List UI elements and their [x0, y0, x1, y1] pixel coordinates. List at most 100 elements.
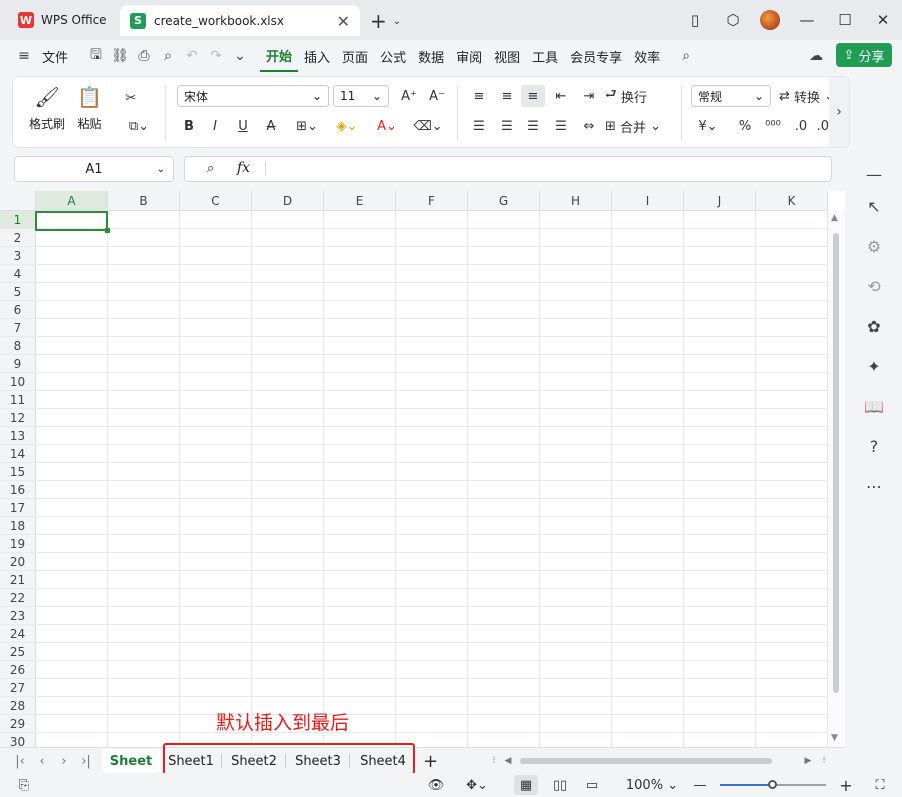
underline-icon[interactable]: U	[231, 115, 255, 137]
maximize-icon[interactable]: ☐	[826, 0, 864, 40]
row-header[interactable]: 26	[0, 661, 36, 679]
macro-record-icon[interactable]: ⎘	[14, 775, 34, 795]
ribbon-tab[interactable]: 工具	[526, 40, 564, 72]
ribbon-tab[interactable]: 效率	[628, 40, 666, 72]
more-quick-actions-icon[interactable]: ⌄	[228, 44, 252, 68]
cube-icon[interactable]: ⬡	[714, 0, 752, 40]
print-preview-icon[interactable]: ⌕	[156, 44, 180, 68]
more-icon[interactable]: ⋯	[862, 474, 886, 498]
row-header[interactable]: 22	[0, 589, 36, 607]
cut-icon[interactable]: ✂	[119, 87, 143, 109]
copy-icon[interactable]: ⧉⌄	[123, 115, 155, 137]
ribbon-tab[interactable]: 开始	[260, 40, 299, 72]
file-menu[interactable]: 文件	[36, 40, 74, 72]
align-left-icon[interactable]: ☰	[467, 115, 491, 137]
save-icon[interactable]: 🖫	[84, 44, 108, 68]
number-format-dropdown[interactable]: 常规 ⌄	[691, 85, 771, 107]
help-icon[interactable]: ?	[862, 434, 886, 458]
increase-font-icon[interactable]: A⁺	[397, 85, 421, 107]
row-header[interactable]: 20	[0, 553, 36, 571]
layout-icon[interactable]: ▯	[676, 0, 714, 40]
percent-icon[interactable]: %	[733, 115, 757, 137]
strikethrough-icon[interactable]: A	[259, 115, 283, 137]
vertical-scrollbar[interactable]: ▲ ▼	[828, 211, 845, 747]
justify-icon[interactable]: ☰	[549, 115, 573, 137]
hscroll-left-icon[interactable]: ◀	[498, 752, 518, 770]
decrease-font-icon[interactable]: A⁻	[425, 85, 449, 107]
fx-icon[interactable]: fx	[237, 160, 250, 176]
font-name-dropdown[interactable]: 宋体 ⌄	[177, 85, 329, 107]
row-header[interactable]: 23	[0, 607, 36, 625]
row-header[interactable]: 21	[0, 571, 36, 589]
transform-icon[interactable]: ⟲	[862, 274, 886, 298]
distribute-icon[interactable]: ⇔	[577, 115, 601, 137]
sheet-tab[interactable]: Sheet	[102, 749, 160, 773]
row-header[interactable]: 28	[0, 697, 36, 715]
select-all-corner[interactable]	[0, 191, 36, 211]
cloud-sync-icon[interactable]: ☁	[804, 44, 828, 68]
book-search-icon[interactable]: 📖	[862, 394, 886, 418]
user-avatar[interactable]	[760, 10, 780, 30]
row-header[interactable]: 2	[0, 229, 36, 247]
next-sheet-icon[interactable]: ›	[54, 752, 74, 770]
ribbon-tab[interactable]: 会员专享	[564, 40, 628, 72]
tools-icon[interactable]: ✦	[862, 354, 886, 378]
zoom-in-icon[interactable]: +	[836, 775, 856, 795]
row-header[interactable]: 11	[0, 391, 36, 409]
close-tab-icon[interactable]: ✕	[337, 12, 350, 31]
format-painter-button[interactable]: 🖌 格式刷	[29, 85, 65, 132]
row-header[interactable]: 17	[0, 499, 36, 517]
column-header[interactable]: D	[252, 191, 324, 211]
column-header[interactable]: E	[324, 191, 396, 211]
font-size-dropdown[interactable]: 11 ⌄	[333, 85, 389, 107]
column-header[interactable]: F	[396, 191, 468, 211]
spreadsheet-grid[interactable]: ABCDEFGHIJK 1 2 3 4 5 6 7 8 9 10 11 12 13 14 15 16 17 18 1…	[0, 191, 845, 747]
row-header[interactable]: 8	[0, 337, 36, 355]
undo-icon[interactable]: ↶	[180, 44, 204, 68]
currency-icon[interactable]: ¥⌄	[693, 115, 723, 137]
select-pointer-icon[interactable]: ↖	[862, 194, 886, 218]
share-button[interactable]: ⇪ 分享	[836, 43, 892, 67]
row-header[interactable]: 24	[0, 625, 36, 643]
sliders-icon[interactable]: ⚙	[862, 234, 886, 258]
first-sheet-icon[interactable]: |‹	[10, 752, 30, 770]
column-header[interactable]: G	[468, 191, 540, 211]
align-right-icon[interactable]: ☰	[521, 115, 545, 137]
row-header[interactable]: 19	[0, 535, 36, 553]
ribbon-tab[interactable]: 插入	[298, 40, 336, 72]
eye-protection-icon[interactable]: 👁	[426, 775, 446, 795]
redo-icon[interactable]: ↷	[204, 44, 228, 68]
fill-color-icon[interactable]: ◈⌄	[331, 115, 363, 137]
thousands-separator-icon[interactable]: ⁰⁰⁰	[761, 115, 785, 137]
column-header[interactable]: A	[36, 191, 108, 211]
row-header[interactable]: 13	[0, 427, 36, 445]
zoom-slider-knob[interactable]	[768, 780, 777, 789]
document-tab[interactable]: S create_workbook.xlsx ✕	[120, 5, 360, 36]
close-window-icon[interactable]: ✕	[864, 0, 902, 40]
eraser-icon[interactable]: ⌫⌄	[411, 115, 445, 137]
increase-indent-icon[interactable]: ⇥	[577, 85, 601, 107]
name-box[interactable]: A1 ⌄	[14, 156, 174, 182]
paste-button[interactable]: 📋 粘贴	[77, 85, 102, 132]
row-header[interactable]: 9	[0, 355, 36, 373]
ai-brain-icon[interactable]: ✿	[862, 314, 886, 338]
align-top-icon[interactable]: ≡	[467, 85, 491, 107]
column-header[interactable]: K	[756, 191, 828, 211]
row-header[interactable]: 7	[0, 319, 36, 337]
row-header[interactable]: 30	[0, 733, 36, 747]
row-header[interactable]: 12	[0, 409, 36, 427]
hamburger-menu-icon[interactable]: ≡	[12, 44, 36, 68]
add-sheet-icon[interactable]: +	[423, 751, 438, 772]
font-color-icon[interactable]: A⌄	[371, 115, 403, 137]
gesture-icon[interactable]: ✥⌄	[460, 775, 494, 795]
active-cell[interactable]	[35, 211, 110, 233]
print-icon[interactable]: ⎙	[132, 44, 156, 68]
row-header[interactable]: 14	[0, 445, 36, 463]
formula-input[interactable]: ⌕ fx	[184, 156, 832, 182]
align-center-icon[interactable]: ☰	[495, 115, 519, 137]
page-layout-view-icon[interactable]: ▯▯	[548, 775, 572, 795]
zoom-out-icon[interactable]: —	[690, 775, 710, 795]
merge-cells-button[interactable]: ⊞ 合并 ⌄	[605, 115, 669, 137]
row-header[interactable]: 16	[0, 481, 36, 499]
align-bottom-icon[interactable]: ≡	[521, 85, 545, 107]
